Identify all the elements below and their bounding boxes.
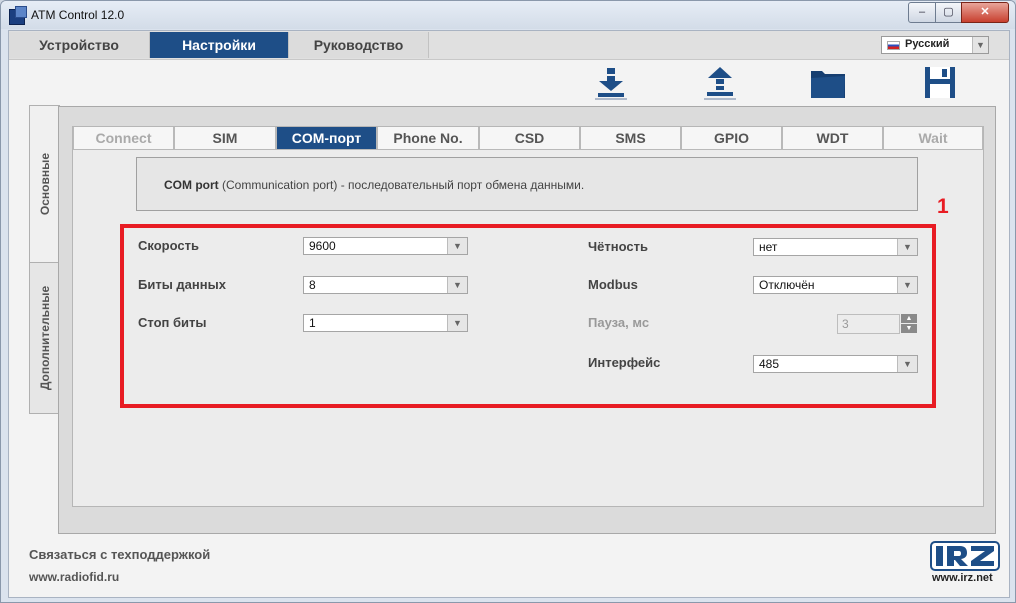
stop-bits-label: Стоп биты xyxy=(138,315,207,330)
settings-panel: Connect SIM COM-порт Phone No. CSD SMS G… xyxy=(58,106,996,534)
data-bits-select[interactable]: 8 ▼ xyxy=(303,276,468,294)
language-label: Русский xyxy=(905,38,950,50)
baud-rate-value: 9600 xyxy=(309,239,336,253)
folder-icon xyxy=(811,71,845,98)
chevron-down-icon: ▼ xyxy=(897,356,917,372)
chevron-down-icon: ▼ xyxy=(897,277,917,293)
chevron-down-icon: ▼ xyxy=(447,277,467,293)
side-tab-additional-label: Дополнительные xyxy=(38,285,52,391)
subtab-com-port[interactable]: COM-порт xyxy=(276,127,377,150)
main-tab-bar: Устройство Настройки Руководство Русский… xyxy=(9,31,1009,60)
parity-select[interactable]: нет ▼ xyxy=(753,238,918,256)
subtab-phone-no[interactable]: Phone No. xyxy=(377,127,479,150)
sub-tab-bar: Connect SIM COM-порт Phone No. CSD SMS G… xyxy=(73,127,983,151)
side-tab-basic[interactable]: Основные xyxy=(29,105,60,263)
upload-button[interactable] xyxy=(700,65,740,101)
com-port-panel: Connect SIM COM-порт Phone No. CSD SMS G… xyxy=(72,126,984,507)
tab-manual[interactable]: Руководство xyxy=(289,32,429,58)
chevron-down-icon: ▼ xyxy=(447,315,467,331)
side-tab-basic-label: Основные xyxy=(38,152,52,216)
stepper-up-icon[interactable]: ▲ xyxy=(901,314,917,323)
data-bits-label: Биты данных xyxy=(138,277,226,292)
save-button[interactable] xyxy=(920,65,960,101)
parity-value: нет xyxy=(759,240,778,254)
maximize-button[interactable]: ▢ xyxy=(935,2,962,23)
pause-label: Пауза, мс xyxy=(588,315,650,330)
interface-value: 485 xyxy=(759,357,780,371)
support-link[interactable]: Связаться с техподдержкой xyxy=(29,547,210,562)
info-box: COM port (Communication port) - последов… xyxy=(136,157,918,211)
info-term: COM port xyxy=(164,178,219,192)
subtab-csd[interactable]: CSD xyxy=(479,127,580,150)
website-link[interactable]: www.radiofid.ru xyxy=(29,570,119,584)
info-description: (Communication port) - последовательный … xyxy=(218,178,585,192)
stepper-down-icon[interactable]: ▼ xyxy=(901,324,917,333)
side-tab-additional[interactable]: Дополнительные xyxy=(29,262,60,414)
chevron-down-icon: ▼ xyxy=(897,239,917,255)
stop-bits-value: 1 xyxy=(309,316,316,330)
subtab-wdt[interactable]: WDT xyxy=(782,127,883,150)
russian-flag-icon xyxy=(887,41,900,50)
download-icon xyxy=(595,68,627,100)
close-button[interactable]: ✕ xyxy=(961,2,1009,23)
subtab-sim[interactable]: SIM xyxy=(174,127,276,150)
pause-stepper[interactable]: 3 ▲ ▼ xyxy=(837,314,918,334)
tab-device[interactable]: Устройство xyxy=(9,32,150,58)
chevron-down-icon: ▼ xyxy=(447,238,467,254)
subtab-connect[interactable]: Connect xyxy=(73,127,174,150)
download-button[interactable] xyxy=(591,65,631,101)
baud-rate-select[interactable]: 9600 ▼ xyxy=(303,237,468,255)
interface-label: Интерфейс xyxy=(588,355,661,370)
pause-value[interactable]: 3 xyxy=(837,314,900,334)
upload-icon xyxy=(704,67,736,100)
window-title: ATM Control 12.0 xyxy=(31,8,125,22)
data-bits-value: 8 xyxy=(309,278,316,292)
subtab-wait[interactable]: Wait xyxy=(883,127,983,150)
title-bar: ATM Control 12.0 – ▢ ✕ xyxy=(1,1,1015,29)
client-area: Устройство Настройки Руководство Русский… xyxy=(8,30,1010,598)
subtab-gpio[interactable]: GPIO xyxy=(681,127,782,150)
language-select[interactable]: Русский ▼ xyxy=(881,36,989,54)
minimize-button[interactable]: – xyxy=(908,2,936,23)
brand-url[interactable]: www.irz.net xyxy=(932,572,993,584)
modbus-select[interactable]: Отключён ▼ xyxy=(753,276,918,294)
baud-rate-label: Скорость xyxy=(138,238,199,253)
app-window: ATM Control 12.0 – ▢ ✕ Устройство Настро… xyxy=(0,0,1016,603)
stop-bits-select[interactable]: 1 ▼ xyxy=(303,314,468,332)
parity-label: Чётность xyxy=(588,239,648,254)
info-text: COM port (Communication port) - последов… xyxy=(164,178,584,192)
app-logo-icon xyxy=(9,6,27,25)
interface-select[interactable]: 485 ▼ xyxy=(753,355,918,373)
modbus-label: Modbus xyxy=(588,277,638,292)
modbus-value: Отключён xyxy=(759,278,815,292)
tab-settings[interactable]: Настройки xyxy=(150,32,289,58)
subtab-sms[interactable]: SMS xyxy=(580,127,681,150)
save-icon xyxy=(925,67,955,98)
annotation-number: 1 xyxy=(937,195,949,218)
irz-logo xyxy=(930,541,1000,571)
open-folder-button[interactable] xyxy=(808,65,848,101)
chevron-down-icon: ▼ xyxy=(972,37,988,53)
irz-logo-icon xyxy=(930,541,1000,571)
